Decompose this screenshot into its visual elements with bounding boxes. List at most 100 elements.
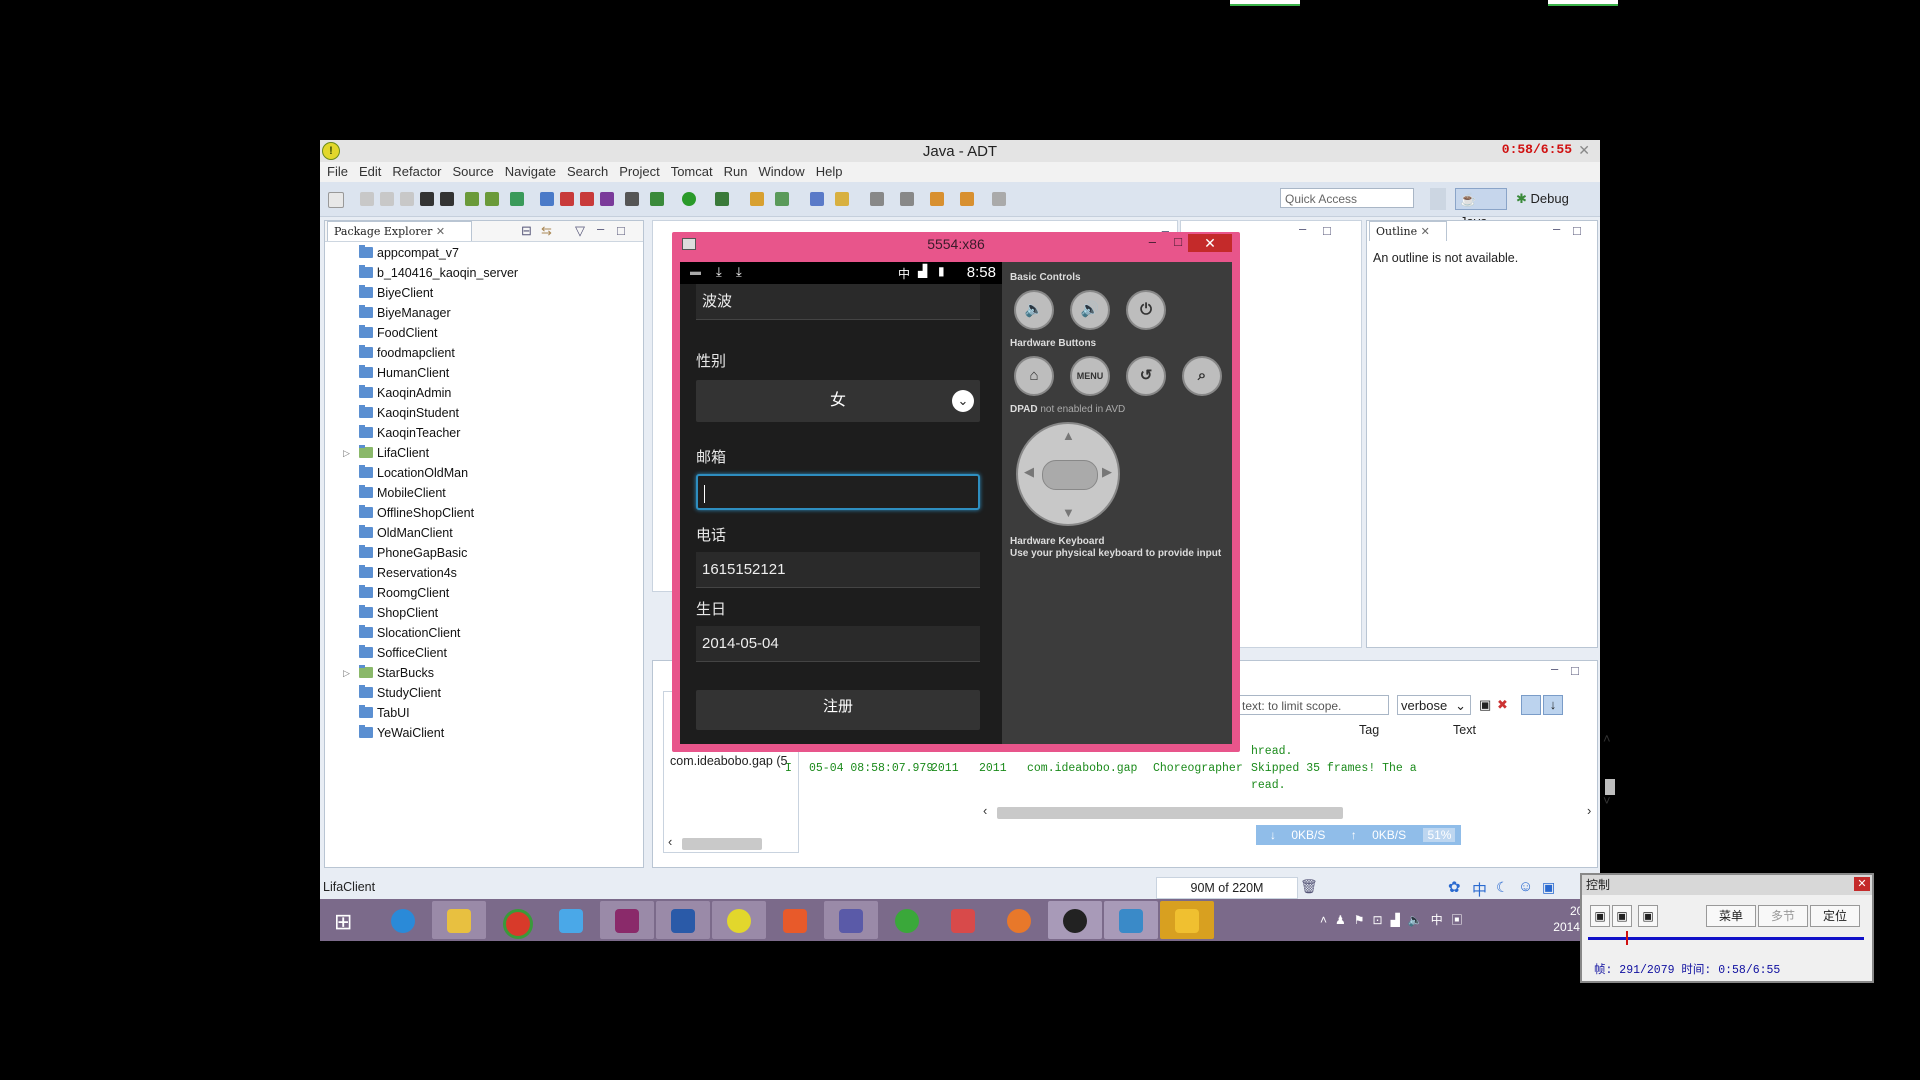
gender-select[interactable]: 女 ⌄ [696,380,980,422]
logcat-filter-input[interactable]: text: to limit scope. [1237,695,1389,715]
birthday-field[interactable]: 2014-05-04 [696,626,980,662]
debug-icon[interactable] [650,192,664,206]
filters-scroll-left-icon[interactable]: ‹ [668,834,672,849]
run-icon[interactable] [682,192,696,206]
clear-log-icon[interactable]: ✖ [1497,697,1508,713]
col-text[interactable]: Text [1453,723,1476,737]
menu-file[interactable]: File [327,162,348,182]
close-icon[interactable]: ✕ [1578,142,1590,159]
menu-run[interactable]: Run [724,162,748,182]
project-item[interactable]: BiyeManager [325,303,518,323]
tray-signal-icon[interactable]: ▟ [1391,913,1408,927]
control-close-icon[interactable]: ✕ [1854,877,1870,891]
project-item[interactable]: ▷ StarBucks [325,663,518,683]
logcat-maximize-icon[interactable]: □ [1571,663,1579,678]
emulator-close-button[interactable]: ✕ [1188,234,1232,252]
taskbar-android[interactable] [1048,901,1102,939]
project-item[interactable]: HumanClient [325,363,518,383]
dpad-right-icon[interactable]: ▶ [1102,464,1112,480]
pin-icon[interactable] [992,192,1006,206]
dpad-down-icon[interactable]: ▼ [1062,505,1075,520]
phone-field[interactable]: 1615152121 [696,552,980,588]
control-menu-button[interactable]: 菜单 [1706,905,1756,927]
open-type-icon[interactable] [810,192,824,206]
tray-plug-icon[interactable]: ⊡ [1373,913,1391,927]
tray-baidu-icon[interactable]: ✿ [1448,878,1461,896]
new-icon[interactable] [328,192,344,208]
save-log-icon[interactable]: ▣ [1479,697,1491,713]
taskbar-app-red[interactable] [936,901,990,939]
taskbar-winrar[interactable] [600,901,654,939]
expand-icon[interactable]: ▷ [343,443,350,463]
annotation-icon[interactable] [870,192,884,206]
taskbar-adt[interactable] [712,901,766,939]
project-item[interactable]: FoodClient [325,323,518,343]
expand-icon[interactable]: ▷ [343,663,350,683]
log-row[interactable]: read. [653,779,1593,796]
package-explorer-tab[interactable]: Package Explorer ✕ [327,221,472,241]
project-item[interactable]: MobileClient [325,483,518,503]
taskbar-php[interactable] [824,901,878,939]
taskbar-xampp[interactable] [768,901,822,939]
open-perspective-icon[interactable] [1430,188,1446,210]
taskbar-firefox[interactable] [992,901,1046,939]
import-icon[interactable] [440,192,454,206]
toggle-filters-icon[interactable] [1521,695,1541,715]
menu-source[interactable]: Source [453,162,494,182]
project-item[interactable]: foodmapclient [325,343,518,363]
new-java-project-icon[interactable] [750,192,764,206]
control-btn-3[interactable]: ▣ [1638,905,1658,927]
menu-search[interactable]: Search [567,162,608,182]
forward-icon[interactable] [960,192,974,206]
taskbar-explorer[interactable] [432,901,486,939]
back-icon[interactable] [930,192,944,206]
project-item[interactable]: b_140416_kaoqin_server [325,263,518,283]
project-item[interactable]: OldManClient [325,523,518,543]
editor-area-minimize-icon[interactable]: – [1299,221,1306,236]
skip-icon[interactable] [625,192,639,206]
tray-smile-icon[interactable]: ☺ [1518,878,1533,895]
project-item[interactable]: KaoqinTeacher [325,423,518,443]
project-item[interactable]: BiyeClient [325,283,518,303]
tray-action-icon[interactable]: ▣ [1451,913,1471,927]
editor-area-maximize-icon[interactable]: □ [1323,223,1331,238]
close-tab-icon[interactable]: ✕ [436,225,445,238]
logcat-level-select[interactable]: verbose ⌄ [1397,695,1471,715]
print-icon[interactable] [400,192,414,206]
control-locate-button[interactable]: 定位 [1810,905,1860,927]
search-button[interactable]: ⌕ [1182,356,1222,396]
tray-up-icon[interactable]: ˄ [1320,913,1335,927]
volume-down-button[interactable]: 🔈 [1014,290,1054,330]
project-item[interactable]: KaoqinAdmin [325,383,518,403]
control-btn-2[interactable]: ▣ [1612,905,1632,927]
project-item[interactable]: ShopClient [325,603,518,623]
menu-window[interactable]: Window [758,162,804,182]
volume-up-button[interactable]: 🔊 [1070,290,1110,330]
project-item[interactable]: OfflineShopClient [325,503,518,523]
new-package-icon[interactable] [775,192,789,206]
android-sdk-icon[interactable] [465,192,479,206]
dpad-left-icon[interactable]: ◀ [1024,464,1034,480]
minimize-icon[interactable]: – [597,221,604,236]
taskbar-network[interactable] [544,901,598,939]
taskbar-app-green[interactable] [880,901,934,939]
name-field[interactable]: 波波 [696,284,980,320]
tool-icon[interactable] [600,192,614,206]
control-multi-button[interactable]: 多节 [1758,905,1808,927]
log-scroll-right-icon[interactable]: › [1587,803,1591,818]
project-item[interactable]: KaoqinStudent [325,403,518,423]
taskbar-recorder[interactable] [1104,901,1158,939]
tray-flag-icon[interactable]: ⚑ [1354,913,1373,927]
scroll-lock-icon[interactable]: ↓ [1543,695,1563,715]
dpad[interactable]: ▲ ◀ ▶ ▼ [1016,422,1120,526]
col-tag[interactable]: Tag [1359,723,1379,737]
project-item[interactable]: SlocationClient [325,623,518,643]
project-item[interactable]: appcompat_v7 [325,243,518,263]
tray-image-icon[interactable]: ▣ [1542,879,1555,896]
log-scroll-up-icon[interactable]: ˄ [1603,731,1611,746]
link-editor-icon[interactable]: ⇆ [541,223,552,239]
project-item[interactable]: ▷ LifaClient [325,443,518,463]
project-item[interactable]: StudyClient [325,683,518,703]
start-button[interactable]: ⊞ [320,901,374,939]
external-tools-icon[interactable] [715,192,729,206]
